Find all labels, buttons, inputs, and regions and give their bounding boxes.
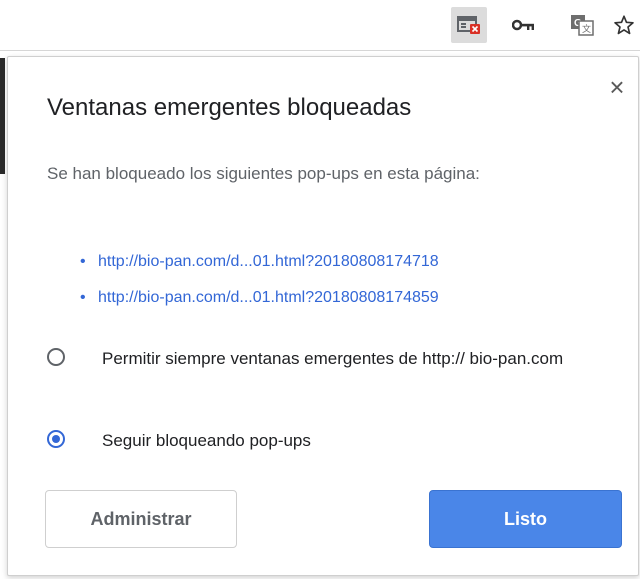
blocked-popup-url: http://bio-pan.com/d...01.html?201808081… (98, 253, 439, 270)
allow-popups-radio[interactable] (47, 348, 65, 366)
done-button[interactable]: Listo (429, 490, 622, 548)
bullet-icon: • (80, 289, 86, 306)
close-icon: × (609, 72, 625, 102)
browser-toolbar: G 文 (0, 0, 640, 50)
keep-blocking-radio[interactable] (47, 430, 65, 448)
bullet-icon: • (80, 253, 86, 270)
svg-text:文: 文 (582, 23, 591, 35)
allow-popups-option[interactable]: Permitir siempre ventanas emergentes de … (47, 345, 622, 372)
key-icon[interactable] (512, 13, 536, 37)
popup-blocked-icon[interactable] (451, 7, 487, 43)
allow-popups-label: Permitir siempre ventanas emergentes de … (102, 349, 564, 368)
blocked-popup-list: • http://bio-pan.com/d...01.html?20180808… (80, 250, 439, 322)
keep-blocking-label: Seguir bloqueando pop-ups (102, 431, 311, 450)
translate-icon[interactable]: G 文 (570, 13, 594, 37)
dialog-description: Se han bloqueado los siguientes pop-ups … (47, 164, 480, 183)
dialog-title: Ventanas emergentes bloqueadas (47, 94, 412, 121)
close-button[interactable]: × (603, 74, 631, 102)
toolbar-divider (0, 50, 640, 51)
manage-button[interactable]: Administrar (45, 490, 237, 548)
page-content-edge (0, 58, 5, 174)
blocked-popup-link[interactable]: • http://bio-pan.com/d...01.html?20180808… (80, 250, 439, 286)
keep-blocking-option[interactable]: Seguir bloqueando pop-ups (47, 427, 622, 454)
blocked-popup-link[interactable]: • http://bio-pan.com/d...01.html?20180808… (80, 286, 439, 322)
star-icon[interactable] (612, 13, 636, 37)
blocked-popup-url: http://bio-pan.com/d...01.html?201808081… (98, 289, 439, 306)
